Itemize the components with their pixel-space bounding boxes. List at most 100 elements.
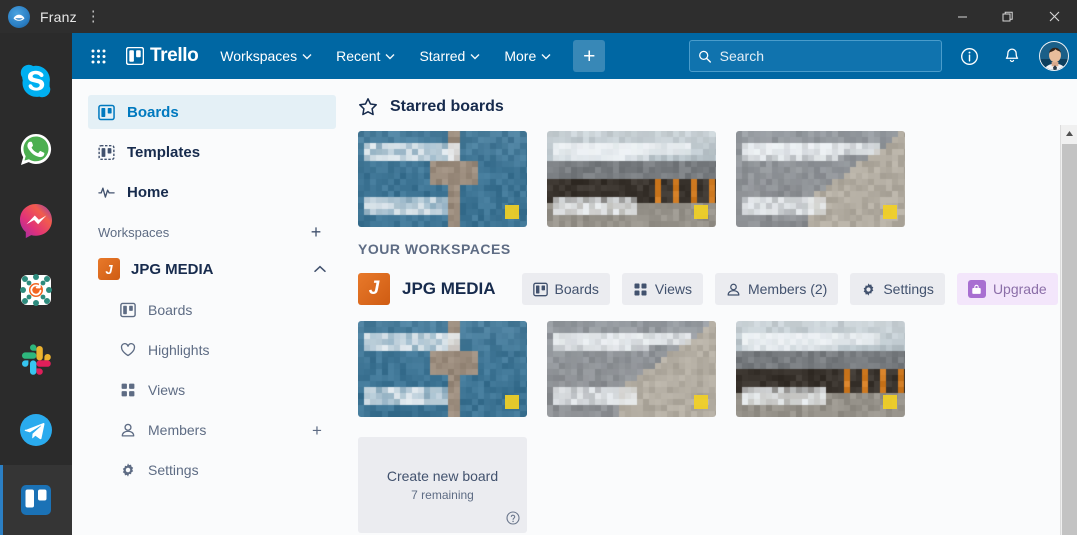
board-tile[interactable]	[736, 321, 905, 417]
workspace-members-button[interactable]: Members (2)	[714, 273, 839, 305]
sidebar-item-label: Boards	[148, 302, 193, 318]
trello-home-link[interactable]: Trello	[118, 41, 206, 71]
board-tile[interactable]	[547, 131, 716, 227]
user-avatar[interactable]	[1039, 41, 1069, 71]
chevron-down-icon	[541, 52, 551, 61]
members-icon	[727, 283, 740, 296]
minimize-button[interactable]	[939, 0, 985, 33]
star-badge-icon[interactable]	[505, 395, 519, 409]
window-controls	[939, 0, 1077, 33]
service-item-todoist[interactable]	[0, 255, 72, 325]
members-icon	[121, 423, 135, 437]
nav-workspaces-label: Workspaces	[220, 48, 298, 64]
chevron-down-icon	[385, 52, 395, 61]
star-badge-icon[interactable]	[694, 395, 708, 409]
starred-boards-title: Starred boards	[390, 98, 504, 115]
workspace-boards-list: Create new board 7 remaining	[358, 321, 1055, 533]
brand-name: Trello	[150, 45, 199, 66]
heart-icon	[120, 342, 136, 357]
scrollbar-thumb[interactable]	[1062, 144, 1077, 535]
home-activity-icon	[98, 186, 115, 198]
info-icon	[960, 47, 978, 65]
star-badge-icon[interactable]	[694, 205, 708, 219]
sidebar-item-label: Templates	[127, 143, 201, 161]
star-badge-icon[interactable]	[883, 395, 897, 409]
star-badge-icon[interactable]	[883, 205, 897, 219]
sidebar-workspaces-header: Workspaces +	[88, 217, 336, 247]
workspace-action-label: Members (2)	[747, 281, 828, 297]
slack-icon	[22, 344, 51, 375]
notifications-button[interactable]	[996, 40, 1028, 72]
service-rail	[0, 33, 72, 535]
topnav-right	[689, 40, 1069, 72]
add-member-button[interactable]: +	[308, 422, 326, 439]
workspace-avatar: J	[98, 258, 120, 280]
sidebar-item-templates[interactable]: Templates	[88, 135, 336, 169]
bell-icon	[1005, 48, 1019, 63]
sidebar-item-ws-boards[interactable]: Boards	[88, 293, 336, 327]
nav-more-label: More	[504, 48, 537, 64]
board-icon	[98, 104, 115, 120]
nav-workspaces[interactable]: Workspaces	[210, 42, 322, 70]
workspace-boards-button[interactable]: Boards	[521, 273, 610, 305]
service-item-skype[interactable]	[0, 45, 72, 115]
grid-apps-icon[interactable]	[84, 42, 112, 70]
help-icon[interactable]	[506, 509, 520, 527]
board-tile[interactable]	[358, 131, 527, 227]
service-item-telegram[interactable]	[0, 395, 72, 465]
sidebar-workspace-jpg-media[interactable]: J JPG MEDIA	[88, 251, 336, 287]
nav-more[interactable]: More	[494, 42, 561, 70]
franz-logo-icon	[8, 5, 30, 28]
search-box[interactable]	[689, 40, 942, 72]
workspace-name: JPG MEDIA	[131, 260, 214, 278]
sidebar-item-settings[interactable]: Settings	[88, 453, 336, 487]
sidebar-item-highlights[interactable]: Highlights	[88, 333, 336, 367]
create-button[interactable]: +	[573, 40, 606, 72]
nav-recent[interactable]: Recent	[326, 42, 405, 70]
trello-icon	[21, 485, 51, 515]
sidebar-item-label: Views	[148, 382, 186, 398]
template-icon	[98, 144, 115, 160]
info-button[interactable]	[953, 40, 985, 72]
scroll-up-button[interactable]	[1061, 125, 1077, 142]
trello-logo-icon	[126, 47, 144, 65]
chevron-down-icon	[302, 52, 312, 61]
maximize-button[interactable]	[985, 0, 1031, 33]
board-icon	[532, 282, 548, 296]
trello-sidebar: Boards Templates Home Workspaces + J JPG…	[72, 79, 348, 535]
starred-boards-header: Starred boards	[358, 97, 1055, 117]
window-menu-kebab-icon[interactable]: ⋮	[86, 9, 101, 24]
service-item-whatsapp[interactable]	[0, 115, 72, 185]
sidebar-item-members[interactable]: Members +	[88, 413, 336, 447]
sidebar-item-home[interactable]: Home	[88, 175, 336, 209]
sidebar-item-views[interactable]: Views	[88, 373, 336, 407]
close-button[interactable]	[1031, 0, 1077, 33]
trello-body: Boards Templates Home Workspaces + J JPG…	[72, 79, 1077, 535]
workspace-upgrade-button[interactable]: Upgrade	[956, 273, 1058, 305]
nav-recent-label: Recent	[336, 48, 381, 64]
franz-window: Franz ⋮ Trello Workspaces Recent Starred…	[0, 0, 1077, 535]
sidebar-item-label: Boards	[127, 103, 179, 121]
create-board-remaining: 7 remaining	[411, 488, 474, 502]
gear-icon	[864, 282, 874, 296]
board-tile[interactable]	[736, 131, 905, 227]
trello-main: Starred boards YOUR WORKSPACES J JPG MED…	[348, 79, 1077, 535]
board-tile[interactable]	[547, 321, 716, 417]
board-tile[interactable]	[358, 321, 527, 417]
sidebar-workspaces-label: Workspaces	[98, 224, 170, 240]
nav-starred[interactable]: Starred	[409, 42, 490, 70]
vertical-scrollbar[interactable]	[1060, 125, 1077, 535]
service-item-trello[interactable]	[0, 465, 72, 535]
workspace-views-button[interactable]: Views	[621, 273, 703, 305]
sidebar-item-boards[interactable]: Boards	[88, 95, 336, 129]
chevron-up-icon[interactable]	[314, 264, 326, 275]
workspace-action-label: Views	[654, 281, 692, 297]
workspace-action-label: Boards	[554, 281, 599, 297]
workspace-settings-button[interactable]: Settings	[850, 273, 945, 305]
service-item-messenger[interactable]	[0, 185, 72, 255]
star-badge-icon[interactable]	[505, 205, 519, 219]
service-item-slack[interactable]	[0, 325, 72, 395]
search-input[interactable]	[719, 48, 933, 64]
add-workspace-button[interactable]: +	[306, 223, 326, 241]
create-new-board-tile[interactable]: Create new board 7 remaining	[358, 437, 527, 533]
